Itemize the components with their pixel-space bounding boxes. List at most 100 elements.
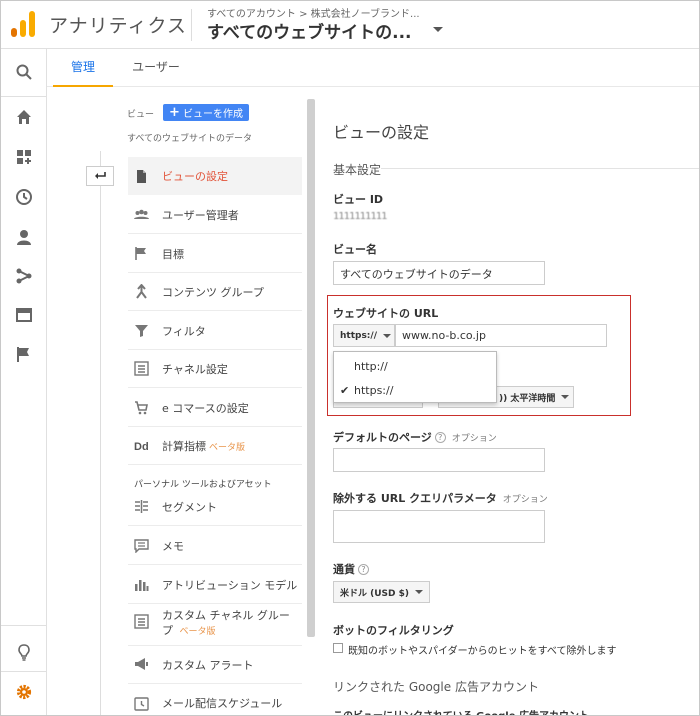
left-nav-rail: [1, 49, 47, 715]
plus-icon: +: [169, 105, 180, 120]
beta-badge: ベータ版: [209, 442, 246, 453]
rail-divider: [1, 96, 47, 97]
lightbulb-icon[interactable]: [1, 633, 47, 671]
page-title: ビューの設定: [333, 123, 430, 142]
nav-item-segments[interactable]: セグメント: [128, 488, 302, 526]
linked-ads-label: このビューにリンクされている Google 広告アカウント: [333, 707, 589, 715]
chevron-down-icon[interactable]: [433, 27, 443, 32]
nav-item-memo[interactable]: メモ: [128, 527, 302, 565]
document-icon: [128, 169, 154, 184]
tab-admin[interactable]: 管理: [53, 49, 113, 87]
default-page-field[interactable]: [333, 448, 545, 472]
nav-item-view-settings[interactable]: ビューの設定: [128, 157, 302, 195]
nav-item-label: アトリビューション モデル: [162, 578, 298, 592]
nav-scrollbar[interactable]: [307, 99, 315, 637]
nav-item-label: チャネル設定: [162, 362, 228, 376]
chevron-down-icon: [415, 590, 424, 594]
megaphone-icon: [128, 657, 154, 672]
nav-item-label: セグメント: [162, 500, 217, 514]
channel-icon: [128, 361, 154, 376]
column-divider: [100, 151, 101, 715]
nav-item-scheduled-emails[interactable]: メール配信スケジュール: [128, 684, 302, 715]
view-id-label: ビュー ID: [333, 193, 384, 206]
bot-filter-checkbox-label[interactable]: 既知のボットやスパイダーからのヒットをすべて除外します: [348, 642, 617, 657]
nav-item-label: メモ: [162, 539, 184, 553]
channel-icon: [128, 608, 154, 629]
view-nav-panel: ビュー + ビューを作成 すべてのウェブサイトのデータ ビューの設定 ユーザー管理…: [119, 99, 315, 715]
rail-divider: [1, 625, 47, 626]
view-selector[interactable]: すべてのウェブサイトの...: [207, 18, 412, 43]
currency-value: 米ドル (USD $): [340, 588, 410, 599]
nav-item-label: ビューの設定: [162, 170, 228, 183]
search-icon[interactable]: [1, 53, 47, 91]
nav-item-label: フィルタ: [162, 324, 206, 338]
bot-filter-label: ボットのフィルタリング: [333, 624, 454, 637]
users-icon: [128, 207, 154, 222]
flag-icon: [128, 246, 154, 261]
nav-item-calculated-metrics[interactable]: Dd 計算指標 ベータ版: [128, 427, 302, 465]
beta-badge: ベータ版: [179, 627, 216, 637]
nav-item-label: e コマースの設定: [162, 401, 249, 415]
view-id-value: 1111111111: [333, 211, 388, 222]
analytics-logo-icon[interactable]: [11, 11, 35, 37]
home-icon[interactable]: [1, 98, 47, 136]
header-divider: [191, 9, 192, 41]
nav-item-label: ユーザー管理者: [162, 208, 239, 222]
currency-label: 通貨: [333, 563, 355, 576]
content-group-icon: [128, 284, 154, 299]
analytics-admin-window: アナリティクス すべてのアカウント > 株式会社ノーブランド... すべてのウェ…: [0, 0, 700, 716]
optional-label: オプション: [451, 434, 497, 444]
back-button[interactable]: [86, 166, 114, 186]
linked-ads-heading: リンクされた Google 広告アカウント: [333, 680, 539, 694]
nav-item-content-groups[interactable]: コンテンツ グループ: [128, 273, 302, 311]
nav-item-label: 計算指標: [162, 439, 206, 453]
flow-icon[interactable]: [1, 257, 47, 295]
nav-item-custom-alerts[interactable]: カスタム アラート: [128, 646, 302, 684]
top-header: アナリティクス すべてのアカウント > 株式会社ノーブランド... すべてのウェ…: [1, 1, 699, 49]
protocol-option-https[interactable]: ✔ https://: [334, 378, 498, 402]
nav-item-custom-channel-groups[interactable]: カスタム チャネル グループ ベータ版: [128, 604, 302, 646]
nav-item-user-management[interactable]: ユーザー管理者: [128, 196, 302, 234]
bot-filter-checkbox[interactable]: [333, 643, 343, 653]
back-arrow-icon: [95, 172, 106, 179]
nav-item-attribution-models[interactable]: アトリビューション モデル: [128, 566, 302, 604]
exclude-params-label: 除外する URL クエリパラメータ: [333, 492, 497, 505]
nav-item-channel-settings[interactable]: チャネル設定: [128, 350, 302, 388]
tab-user[interactable]: ユーザー: [121, 49, 191, 87]
optional-label: オプション: [502, 495, 548, 505]
behavior-icon[interactable]: [1, 296, 47, 334]
nav-item-ecommerce-settings[interactable]: e コマースの設定: [128, 389, 302, 427]
clock-icon[interactable]: [1, 178, 47, 216]
app-title: アナリティクス: [49, 15, 187, 37]
rail-divider: [1, 671, 47, 672]
nav-item-goals[interactable]: 目標: [128, 235, 302, 273]
view-name-field[interactable]: すべてのウェブサイトのデータ: [333, 261, 545, 285]
nav-item-label: メール配信スケジュール: [162, 697, 283, 710]
currency-select[interactable]: 米ドル (USD $): [333, 581, 431, 603]
filter-icon: [128, 323, 154, 338]
option-label: https://: [354, 383, 394, 397]
help-icon[interactable]: ?: [434, 432, 446, 443]
exclude-params-field[interactable]: [333, 510, 545, 543]
gear-icon[interactable]: [1, 673, 47, 711]
protocol-dropdown-menu: http:// ✔ https://: [333, 351, 497, 403]
help-icon[interactable]: ?: [358, 564, 369, 575]
create-view-label: ビューを作成: [182, 109, 243, 120]
view-column-label: ビュー: [127, 110, 155, 120]
memo-icon: [128, 538, 154, 553]
nav-item-filters[interactable]: フィルタ: [128, 312, 302, 350]
dashboard-icon[interactable]: [1, 138, 47, 176]
view-name-label: ビュー名: [333, 243, 377, 256]
protocol-option-http[interactable]: http://: [334, 354, 498, 378]
nav-item-label: コンテンツ グループ: [162, 285, 264, 299]
nav-item-label: 目標: [162, 247, 184, 261]
view-selector-label[interactable]: すべてのウェブサイトのデータ: [127, 131, 252, 144]
default-page-label: デフォルトのページ: [333, 431, 432, 444]
flag-icon[interactable]: [1, 335, 47, 373]
nav-item-label: カスタム アラート: [162, 658, 254, 672]
person-icon[interactable]: [1, 218, 47, 256]
svg-text:Dd: Dd: [134, 441, 149, 453]
dd-icon: Dd: [128, 438, 154, 453]
create-view-button[interactable]: + ビューを作成: [163, 104, 249, 121]
cart-icon: [128, 400, 154, 415]
